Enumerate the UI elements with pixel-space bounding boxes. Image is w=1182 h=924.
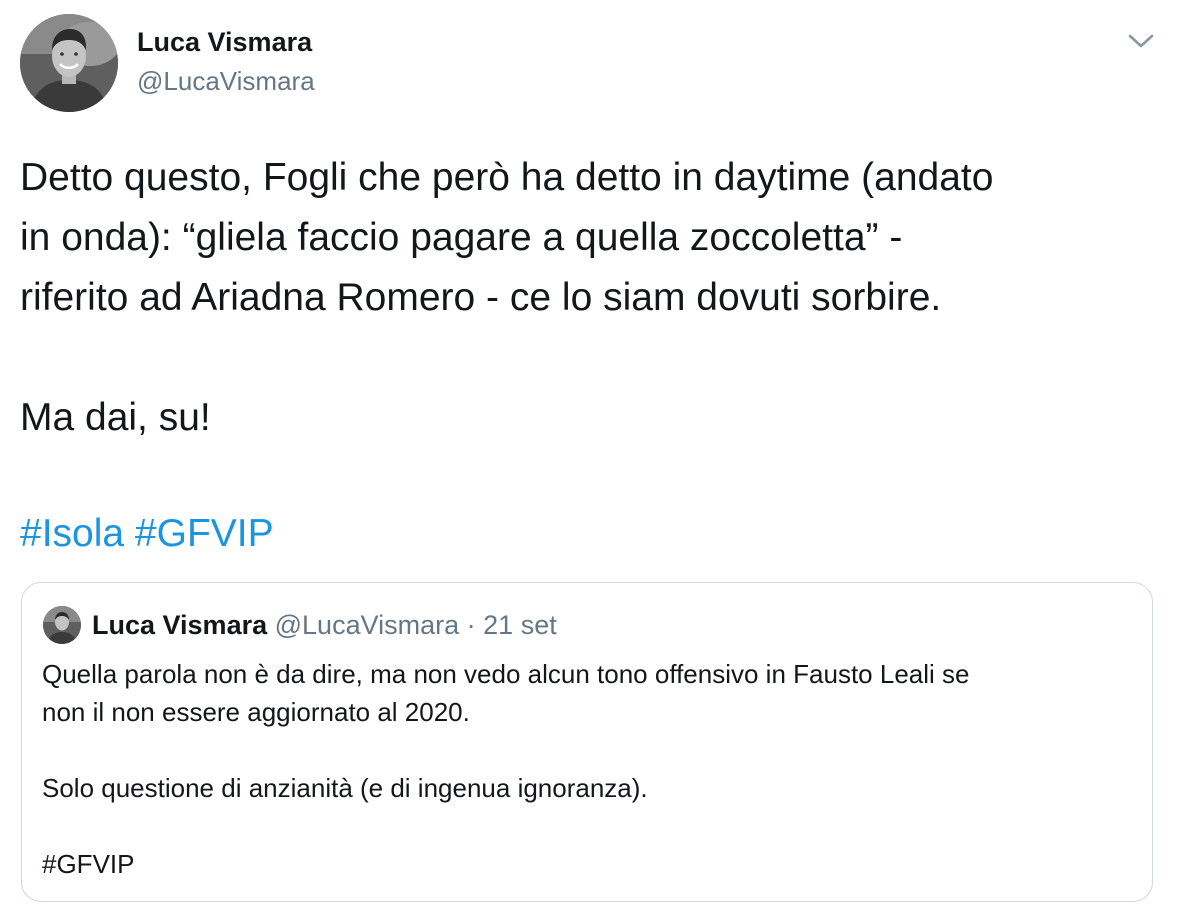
quoted-avatar-photo xyxy=(43,606,81,644)
quoted-hashtag: #GFVIP xyxy=(42,849,135,879)
quoted-avatar xyxy=(43,606,81,644)
quoted-separator: · xyxy=(466,610,476,640)
quoted-line: Quella parola non è da dire, ma non vedo… xyxy=(42,659,970,689)
quoted-header: Luca Vismara @LucaVismara · 21 set xyxy=(92,607,557,643)
quoted-author-name: Luca Vismara xyxy=(92,610,268,640)
quoted-date: 21 set xyxy=(483,610,557,640)
tweet-hashtags: #Isola #GFVIP xyxy=(20,504,274,564)
avatar-photo xyxy=(20,14,118,112)
tweet-line: in onda): “gliela faccio pagare a quella… xyxy=(20,216,903,259)
quoted-line: Solo questione di anzianità (e di ingenu… xyxy=(42,773,648,803)
tweet-line: Detto questo, Fogli che però ha detto in… xyxy=(20,156,994,199)
chevron-down-icon[interactable] xyxy=(1124,28,1158,54)
hashtag-isola-link[interactable]: #Isola xyxy=(20,512,124,555)
quoted-line: non il non essere aggiornato al 2020. xyxy=(42,697,470,727)
tweet-text: Detto questo, Fogli che però ha detto in… xyxy=(20,148,1170,448)
avatar[interactable] xyxy=(20,14,118,112)
quoted-tweet-card[interactable]: Luca Vismara @LucaVismara · 21 set Quell… xyxy=(21,582,1153,902)
tweet-line: riferito ad Ariadna Romero - ce lo siam … xyxy=(20,276,942,319)
author-name[interactable]: Luca Vismara xyxy=(137,27,312,58)
author-handle[interactable]: @LucaVismara xyxy=(137,66,315,97)
tweet: Luca Vismara @LucaVismara Detto questo, … xyxy=(0,0,1182,924)
hashtag-gfvip-link[interactable]: #GFVIP xyxy=(135,512,274,555)
quoted-tweet-text: Quella parola non è da dire, ma non vedo… xyxy=(42,655,1142,883)
tweet-line: Ma dai, su! xyxy=(20,396,211,439)
quoted-author-handle: @LucaVismara xyxy=(274,610,460,640)
